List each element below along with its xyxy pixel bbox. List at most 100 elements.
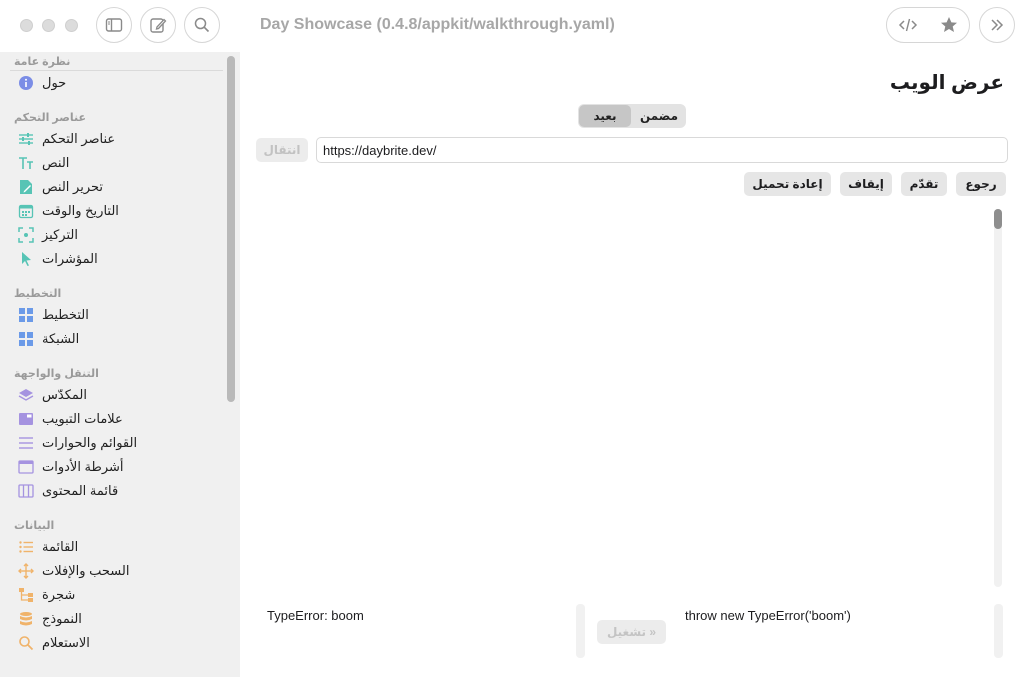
sidebar-item-text[interactable]: النص xyxy=(16,152,221,174)
sidebar-item-label: النص xyxy=(42,155,70,170)
chevron-double-right-icon xyxy=(991,19,1004,31)
result-output: TypeError: boom xyxy=(267,608,364,623)
sidebar-item-label: القائمة xyxy=(42,539,79,554)
sidebar-item-label: عناصر التحكم xyxy=(42,131,116,146)
sidebar-item-controls[interactable]: عناصر التحكم xyxy=(16,128,221,150)
section-header-layout: التخطيط xyxy=(14,288,62,300)
code-button[interactable] xyxy=(887,8,928,42)
section-header-controls: عناصر التحكم xyxy=(14,112,87,124)
sidebar-item-menus-dialogs[interactable]: القوائم والحوارات xyxy=(16,432,221,454)
sidebar-item-layout[interactable]: التخطيط xyxy=(16,304,221,326)
sidebar-item-label: السحب والإفلات xyxy=(42,563,130,578)
sidebar-item-tree[interactable]: شجرة xyxy=(16,584,221,606)
edit-document-icon xyxy=(16,177,36,197)
sidebar-item-label: أشرطة الأدوات xyxy=(42,459,124,474)
sidebar-item-label: شجرة xyxy=(42,587,76,602)
sidebar-item-label: حول xyxy=(42,75,67,90)
columns-icon xyxy=(16,481,36,501)
code-input[interactable]: throw new TypeError('boom') xyxy=(685,608,851,623)
sidebar-item-label: التخطيط xyxy=(42,307,89,322)
text-icon xyxy=(16,153,36,173)
minimize-window-button[interactable] xyxy=(42,19,55,32)
sliders-icon xyxy=(16,129,36,149)
sidebar-item-stack[interactable]: المكدّس xyxy=(16,384,221,406)
section-header-navigation: التنقل والواجهة xyxy=(14,368,99,380)
sidebar-item-drag-drop[interactable]: السحب والإفلات xyxy=(16,560,221,582)
sidebar-item-label: تحرير النص xyxy=(42,179,104,194)
go-button[interactable]: انتقال xyxy=(256,138,308,162)
sidebar-item-about[interactable]: حول xyxy=(16,72,221,94)
sidebar-item-label: الاستعلام xyxy=(42,635,90,650)
sidebar-item-label: المكدّس xyxy=(42,387,87,402)
section-header-data: البيانات xyxy=(14,520,55,532)
sidebar-item-label: قائمة المحتوى xyxy=(42,483,119,498)
sidebar-item-model[interactable]: النموذج xyxy=(16,608,221,630)
favorite-button[interactable] xyxy=(928,8,969,42)
expand-button[interactable] xyxy=(979,7,1015,43)
calendar-icon xyxy=(16,201,36,221)
forward-button[interactable]: تقدّم xyxy=(901,172,947,196)
url-field[interactable]: https://daybrite.dev/ xyxy=(316,137,1008,163)
sidebar-item-date-time[interactable]: التاريخ والوقت xyxy=(16,200,221,222)
sidebar: نظرة عامة حول عناصر التحكم عناصر التحكم … xyxy=(0,52,240,677)
list-icon xyxy=(16,537,36,557)
sidebar-item-content-list[interactable]: قائمة المحتوى xyxy=(16,480,221,502)
sidebar-item-query[interactable]: الاستعلام xyxy=(16,632,221,654)
tabs-icon xyxy=(16,409,36,429)
sidebar-item-list[interactable]: القائمة xyxy=(16,536,221,558)
section-header-overview: نظرة عامة xyxy=(14,56,71,68)
sidebar-toggle-button[interactable] xyxy=(96,7,132,43)
focus-icon xyxy=(16,225,36,245)
sidebar-item-label: المؤشرات xyxy=(42,251,98,266)
sidebar-item-focus[interactable]: التركيز xyxy=(16,224,221,246)
page-title: عرض الويب xyxy=(889,72,1004,94)
app-window: Day Showcase (0.4.8/appkit/walkthrough.y… xyxy=(0,0,1024,677)
move-arrows-icon xyxy=(16,561,36,581)
sidebar-item-grid[interactable]: الشبكة xyxy=(16,328,221,350)
star-icon xyxy=(940,17,957,32)
segment-remote[interactable]: بعيد xyxy=(579,105,631,127)
menu-lines-icon xyxy=(16,433,36,453)
webview-scrollbar[interactable] xyxy=(994,209,1002,229)
search-icon xyxy=(194,17,210,33)
sidebar-item-label: القوائم والحوارات xyxy=(42,435,138,450)
compose-button[interactable] xyxy=(140,7,176,43)
sidebar-toggle-icon xyxy=(105,18,123,32)
close-window-button[interactable] xyxy=(20,19,33,32)
sidebar-item-label: الشبكة xyxy=(42,331,80,346)
code-scrollbar[interactable] xyxy=(994,604,1003,658)
sidebar-item-label: النموذج xyxy=(42,611,82,626)
search-button[interactable] xyxy=(184,7,220,43)
back-button[interactable]: رجوع xyxy=(956,172,1006,196)
title-bar: Day Showcase (0.4.8/appkit/walkthrough.y… xyxy=(0,0,1024,52)
sidebar-item-toolbars[interactable]: أشرطة الأدوات xyxy=(16,456,221,478)
stop-button[interactable]: إيقاف xyxy=(840,172,892,196)
mode-segmented-control: بعيد مضمن xyxy=(578,104,686,128)
sidebar-item-cursors[interactable]: المؤشرات xyxy=(16,248,221,270)
sidebar-item-label: التركيز xyxy=(42,227,78,242)
sidebar-item-text-editing[interactable]: تحرير النص xyxy=(16,176,221,198)
grid-icon xyxy=(16,329,36,349)
pane-divider[interactable] xyxy=(576,604,585,658)
window-title: Day Showcase (0.4.8/appkit/walkthrough.y… xyxy=(260,16,615,33)
info-icon xyxy=(16,73,36,93)
run-button[interactable]: تشغيل » xyxy=(597,620,666,644)
database-icon xyxy=(16,609,36,629)
main-content: عرض الويب بعيد مضمن انتقال https://daybr… xyxy=(240,52,1024,677)
toolbar-capsule xyxy=(886,7,970,43)
section-divider xyxy=(10,70,223,71)
segment-embedded[interactable]: مضمن xyxy=(633,105,685,127)
tree-icon xyxy=(16,585,36,605)
sidebar-item-label: التاريخ والوقت xyxy=(42,203,119,218)
sidebar-scrollbar[interactable] xyxy=(227,56,235,402)
code-icon xyxy=(898,18,917,32)
reload-button[interactable]: إعادة تحميل xyxy=(744,172,831,196)
layout-grid-icon xyxy=(16,305,36,325)
webview-scrollbar-track[interactable] xyxy=(994,209,1002,587)
zoom-window-button[interactable] xyxy=(65,19,78,32)
sidebar-item-tabs[interactable]: علامات التبويب xyxy=(16,408,221,430)
toolbar-window-icon xyxy=(16,457,36,477)
cursor-icon xyxy=(16,249,36,269)
magnifier-icon xyxy=(16,633,36,653)
compose-icon xyxy=(150,18,167,33)
